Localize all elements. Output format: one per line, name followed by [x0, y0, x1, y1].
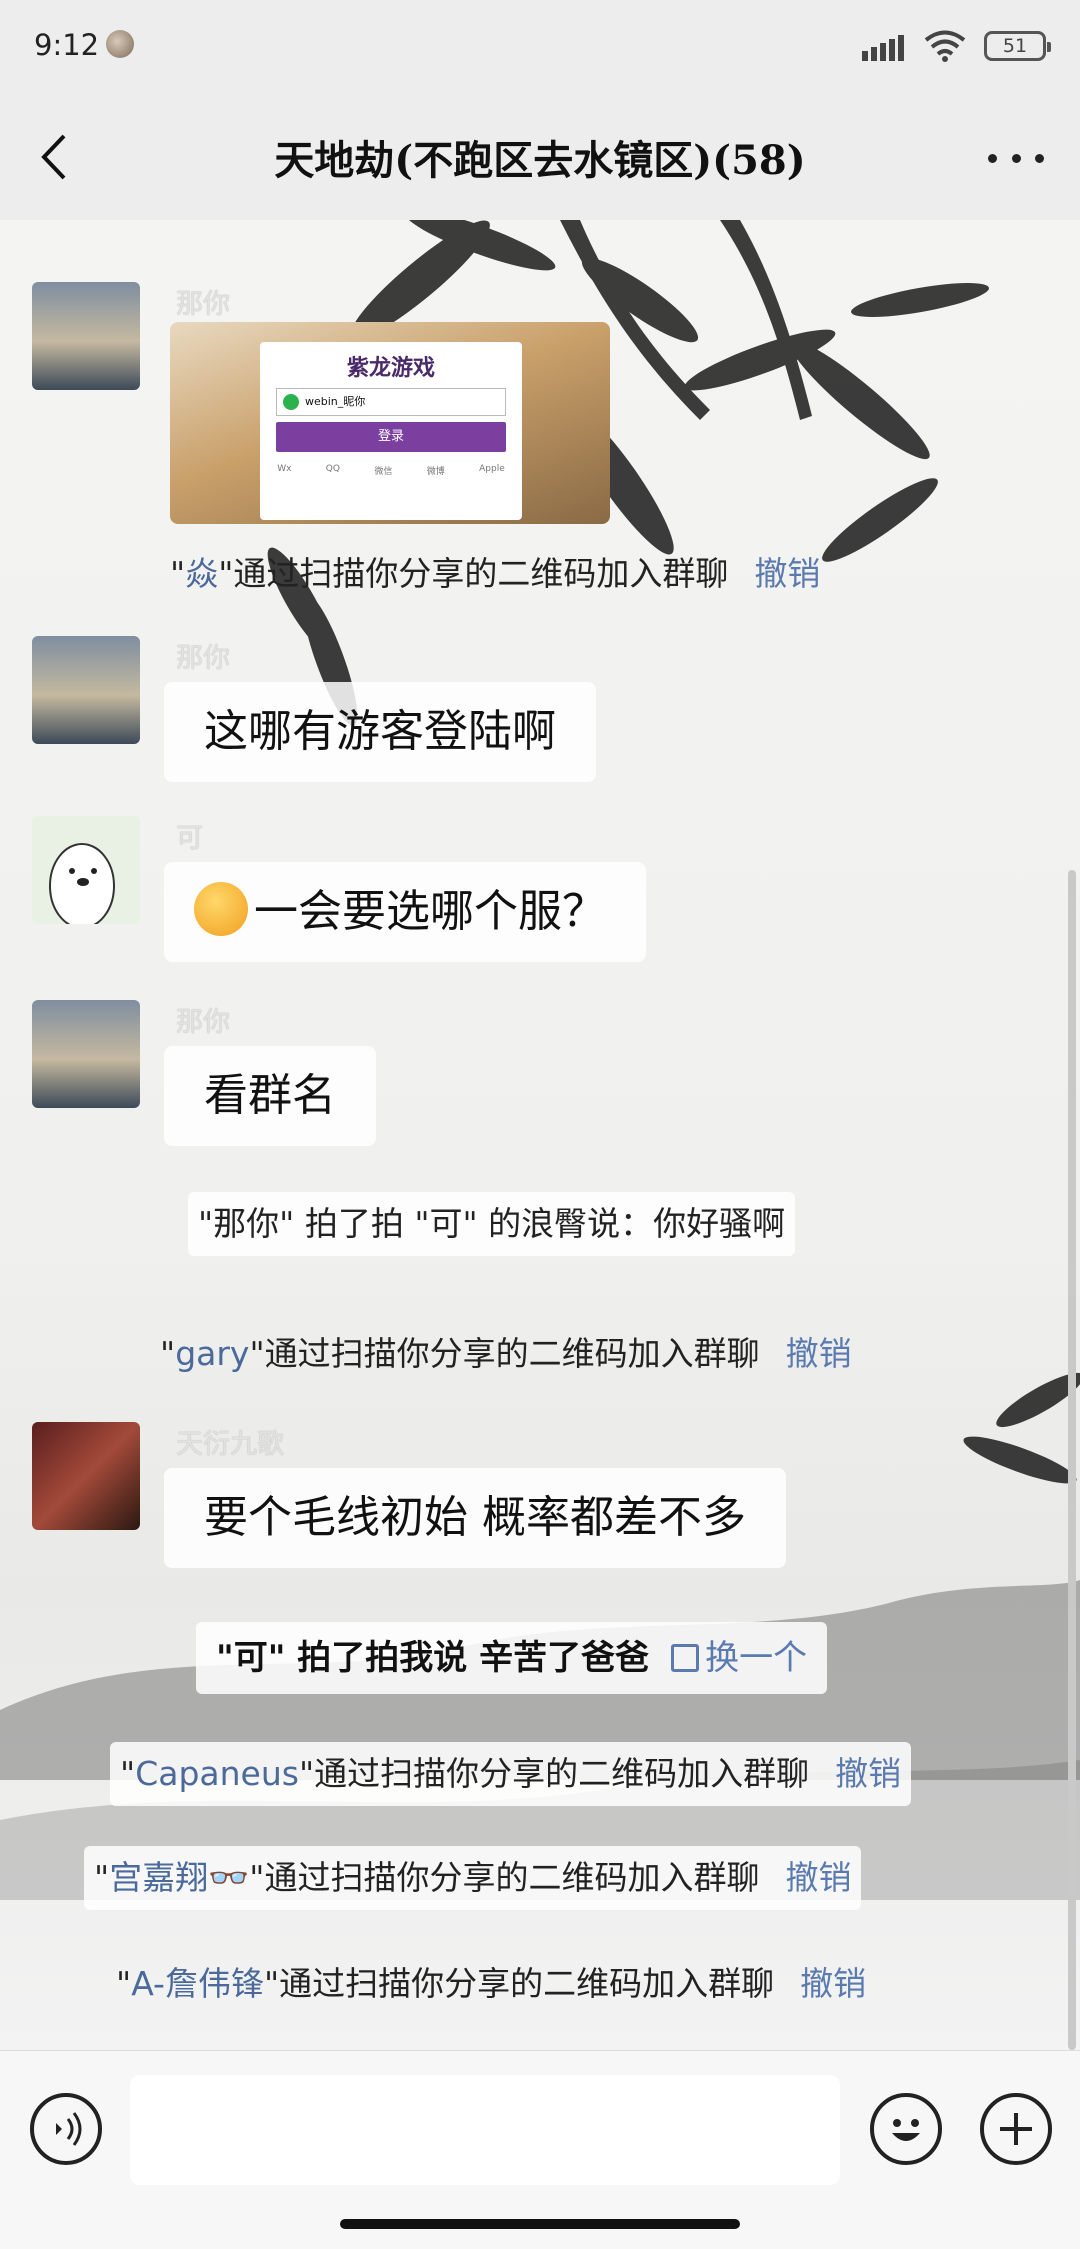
login-card: 紫龙游戏 webin_昵你 登录 Wx QQ 微信 微博 Apple — [260, 342, 522, 520]
login-option: QQ — [325, 464, 340, 474]
message-input[interactable] — [130, 2075, 840, 2185]
join-text: 通过扫描你分享的二维码加入群聊 — [233, 554, 729, 593]
system-join-notice: "A-詹伟锋"通过扫描你分享的二维码加入群聊 撤销 — [116, 1964, 867, 2003]
pat-text: "可" 拍了拍我说 辛苦了爸爸 — [216, 1638, 650, 1678]
smile-icon — [892, 2119, 920, 2141]
app-notification-icon — [106, 30, 134, 58]
image-attachment[interactable]: 紫龙游戏 webin_昵你 登录 Wx QQ 微信 微博 Apple — [170, 322, 610, 524]
joined-user-name[interactable]: 焱 — [185, 554, 218, 593]
avatar[interactable] — [32, 1000, 140, 1108]
join-text: 通过扫描你分享的二维码加入群聊 — [314, 1754, 810, 1793]
sender-name: 可 — [176, 823, 203, 854]
wechat-icon — [283, 394, 299, 410]
join-text: 通过扫描你分享的二维码加入群聊 — [264, 1858, 760, 1897]
voice-icon — [56, 2112, 82, 2146]
plus-icon — [1000, 2113, 1032, 2145]
joined-user-name[interactable]: gary — [175, 1334, 249, 1373]
status-bar: 9:12 51 — [0, 0, 1080, 94]
home-indicator[interactable] — [340, 2219, 740, 2229]
login-option: 微博 — [426, 467, 445, 477]
join-text: 通过扫描你分享的二维码加入群聊 — [264, 1334, 760, 1373]
login-option: Apple — [479, 464, 505, 474]
avatar[interactable] — [32, 1422, 140, 1530]
system-join-notice: "焱"通过扫描你分享的二维码加入群聊 撤销 — [170, 554, 821, 593]
sender-name: 那你 — [176, 1007, 230, 1038]
edit-icon — [671, 1644, 700, 1672]
pat-notice: "那你" 拍了拍 "可" 的浪臀说：你好骚啊 — [188, 1192, 796, 1256]
brand-label: 紫龙游戏 — [346, 356, 435, 381]
message-text-label: 一会要选哪个服？ — [254, 886, 606, 937]
undo-link[interactable]: 撤销 — [800, 1964, 866, 2003]
undo-link[interactable]: 撤销 — [835, 1754, 901, 1793]
undo-link[interactable]: 撤销 — [786, 1334, 852, 1373]
message-bubble[interactable]: 这哪有游客登陆啊 — [164, 682, 596, 782]
login-button: 登录 — [276, 422, 506, 452]
login-option: 微信 — [374, 467, 393, 477]
chat-title: 天地劫(不跑区去水镜区)(58) — [274, 137, 806, 184]
undo-link[interactable]: 撤销 — [754, 554, 820, 593]
scrollbar[interactable] — [1068, 870, 1076, 2050]
system-join-notice: "Capaneus"通过扫描你分享的二维码加入群聊 撤销 — [110, 1742, 912, 1806]
chat-message-list[interactable]: 那你 紫龙游戏 webin_昵你 登录 Wx QQ 微信 微博 Apple "焱… — [0, 220, 1080, 2050]
avatar[interactable] — [32, 816, 140, 924]
system-join-notice: "宫嘉翔👓"通过扫描你分享的二维码加入群聊 撤销 — [84, 1846, 862, 1910]
status-indicators: 51 — [862, 26, 1051, 66]
account-field: webin_昵你 — [276, 388, 506, 416]
sender-name: 那你 — [176, 289, 230, 320]
seal-avatar-icon — [49, 843, 115, 924]
signal-icon — [862, 31, 906, 61]
login-options: Wx QQ 微信 微博 Apple — [260, 464, 522, 477]
message-bubble[interactable]: 看群名 — [164, 1046, 376, 1146]
sender-name: 天衍九歌 — [176, 1429, 284, 1460]
system-join-notice: "gary"通过扫描你分享的二维码加入群聊 撤销 — [160, 1334, 852, 1373]
pat-notice: "可" 拍了拍我说 辛苦了爸爸 换一个 — [196, 1622, 828, 1694]
emoji-button[interactable] — [870, 2093, 942, 2165]
joined-user-name[interactable]: 宫嘉翔👓 — [109, 1858, 249, 1897]
voice-input-button[interactable] — [30, 2093, 102, 2165]
joined-user-name[interactable]: A-詹伟锋 — [131, 1964, 264, 2003]
avatar[interactable] — [32, 282, 140, 390]
more-options-icon[interactable] — [988, 144, 1044, 172]
joined-user-name[interactable]: Capaneus — [135, 1754, 299, 1793]
login-option: Wx — [277, 464, 292, 474]
sender-name: 那你 — [176, 643, 230, 674]
join-text: 通过扫描你分享的二维码加入群聊 — [279, 1964, 775, 2003]
message-bubble[interactable]: 一会要选哪个服？ — [164, 862, 646, 962]
wifi-icon — [924, 30, 966, 62]
emoji-icon — [194, 882, 248, 936]
input-bar — [0, 2050, 1080, 2249]
undo-link[interactable]: 撤销 — [785, 1858, 851, 1897]
avatar[interactable] — [32, 636, 140, 744]
more-actions-button[interactable] — [980, 2093, 1052, 2165]
battery-icon: 51 — [984, 31, 1051, 61]
status-time: 9:12 — [34, 28, 100, 62]
chat-header: 天地劫(不跑区去水镜区)(58) — [0, 94, 1080, 220]
swap-label: 换一个 — [705, 1638, 808, 1678]
account-label: webin_昵你 — [305, 395, 366, 408]
swap-pat-button[interactable]: 换一个 — [671, 1638, 807, 1678]
message-bubble[interactable]: 要个毛线初始 概率都差不多 — [164, 1468, 786, 1568]
